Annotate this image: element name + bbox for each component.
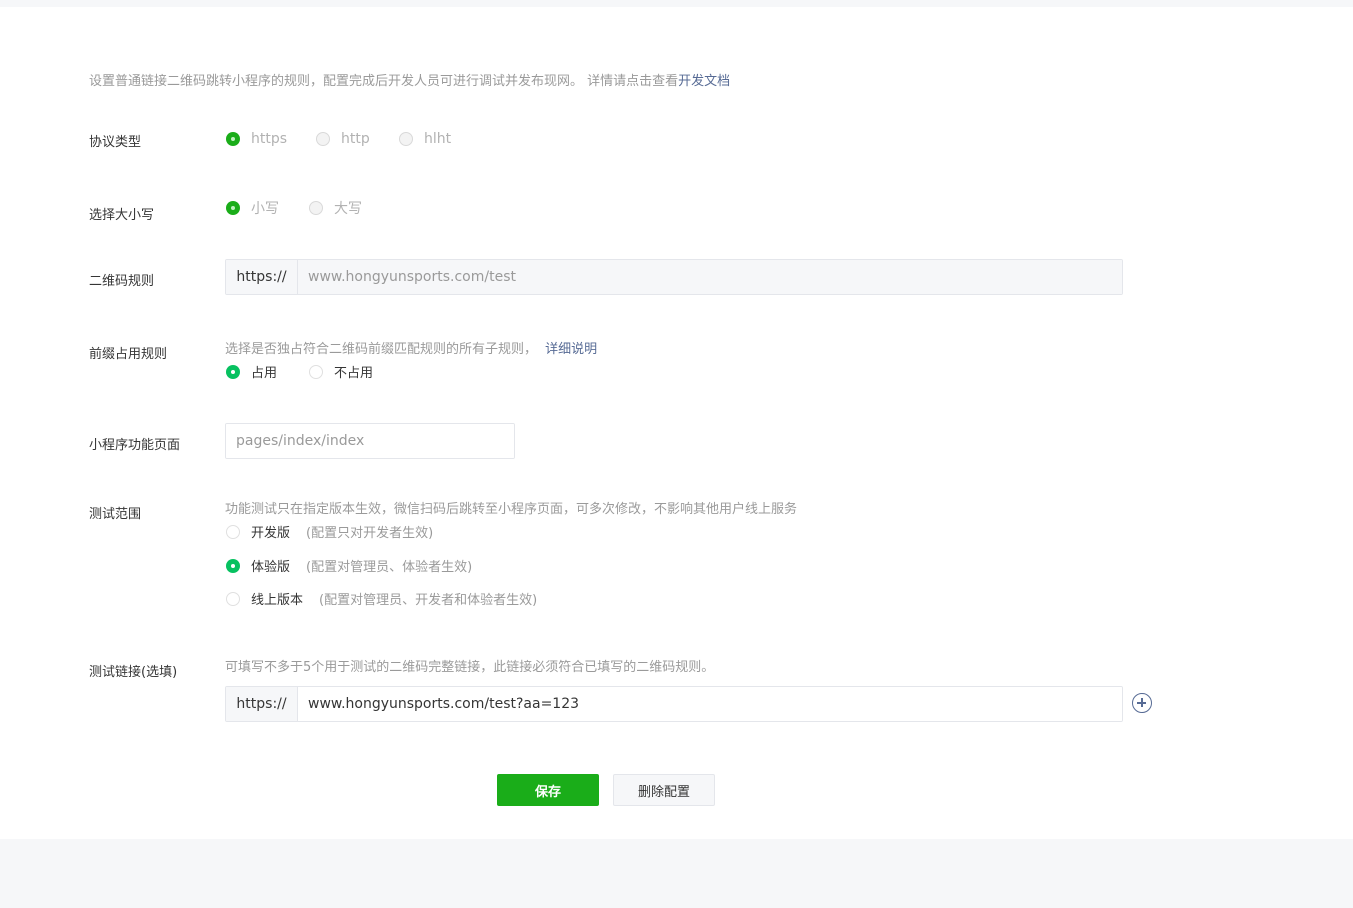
case-option-upper[interactable]: 大写	[309, 198, 362, 218]
test-scope-option-online[interactable]: 线上版本 (配置对管理员、开发者和体验者生效)	[226, 589, 537, 608]
test-scope-desc: 功能测试只在指定版本生效，微信扫码后跳转至小程序页面，可多次修改，不影响其他用户…	[225, 502, 798, 517]
radio-unchecked-icon	[226, 524, 240, 539]
qr-rule-label: 二维码规则	[89, 274, 155, 289]
qr-rule-prefix: https://	[226, 260, 298, 294]
prefix-rule-desc: 选择是否独占符合二维码前缀匹配规则的所有子规则，	[225, 342, 538, 357]
radio-unchecked-icon	[309, 364, 323, 379]
prefix-rule-detail-link[interactable]: 详细说明	[545, 342, 597, 357]
page-label: 小程序功能页面	[89, 438, 181, 453]
intro-description: 设置普通链接二维码跳转小程序的规则，配置完成后开发人员可进行调试并发布现网。 详…	[89, 74, 679, 89]
test-scope-option-label: 体验版	[251, 560, 291, 575]
qr-rule-input-group: https://	[225, 259, 1123, 295]
case-option-label: 小写	[251, 201, 279, 217]
test-scope-option-label: 线上版本	[251, 593, 304, 608]
page-input-group	[225, 423, 515, 459]
protocol-option-label: http	[341, 131, 370, 147]
radio-checked-icon	[226, 364, 240, 379]
case-option-lower[interactable]: 小写	[226, 198, 279, 218]
protocol-option-label: https	[251, 131, 288, 147]
test-scope-option-note: (配置对管理员、体验者生效)	[306, 560, 473, 575]
prefix-option-no-occupy[interactable]: 不占用	[309, 362, 373, 381]
protocol-option-http[interactable]: http	[316, 131, 370, 147]
plus-circle-icon[interactable]	[1132, 693, 1152, 713]
prefix-rule-desc-row: 选择是否独占符合二维码前缀匹配规则的所有子规则， 详细说明	[225, 338, 597, 357]
top-strip	[0, 0, 1353, 7]
radio-checked-icon	[226, 201, 240, 215]
radio-unchecked-icon	[316, 132, 330, 146]
radio-unchecked-icon	[309, 201, 323, 215]
protocol-option-label: hlht	[424, 131, 452, 147]
intro-text: 设置普通链接二维码跳转小程序的规则，配置完成后开发人员可进行调试并发布现网。 详…	[89, 70, 730, 89]
case-option-label: 大写	[334, 201, 362, 217]
qr-rule-input[interactable]	[298, 260, 1122, 294]
prefix-option-label: 不占用	[334, 366, 374, 381]
test-link-label: 测试链接(选填)	[89, 665, 178, 680]
test-link-input[interactable]	[298, 687, 1122, 721]
protocol-option-https[interactable]: https	[226, 131, 287, 147]
radio-unchecked-icon	[226, 591, 240, 606]
radio-unchecked-icon	[399, 132, 413, 146]
test-scope-option-dev[interactable]: 开发版 (配置只对开发者生效)	[226, 522, 433, 541]
test-scope-label: 测试范围	[89, 507, 142, 522]
test-scope-option-label: 开发版	[251, 526, 291, 541]
prefix-option-label: 占用	[251, 366, 278, 381]
test-link-prefix: https://	[226, 687, 298, 721]
protocol-option-hlht[interactable]: hlht	[399, 131, 451, 147]
case-label: 选择大小写	[89, 208, 155, 223]
page-footer-area	[0, 839, 1353, 908]
protocol-label: 协议类型	[89, 135, 142, 150]
page-path-input[interactable]	[226, 424, 514, 458]
test-scope-option-note: (配置只对开发者生效)	[306, 526, 434, 541]
test-link-input-group: https://	[225, 686, 1123, 722]
test-scope-option-trial[interactable]: 体验版 (配置对管理员、体验者生效)	[226, 556, 472, 575]
radio-checked-icon	[226, 132, 240, 146]
save-button[interactable]: 保存	[497, 774, 599, 806]
dev-docs-link[interactable]: 开发文档	[678, 74, 730, 89]
prefix-option-occupy[interactable]: 占用	[226, 362, 277, 381]
test-link-desc: 可填写不多于5个用于测试的二维码完整链接，此链接必须符合已填写的二维码规则。	[225, 660, 715, 675]
radio-checked-icon	[226, 558, 240, 573]
prefix-rule-label: 前缀占用规则	[89, 347, 168, 362]
delete-config-button[interactable]: 删除配置	[613, 774, 715, 806]
test-scope-option-note: (配置对管理员、开发者和体验者生效)	[319, 593, 538, 608]
